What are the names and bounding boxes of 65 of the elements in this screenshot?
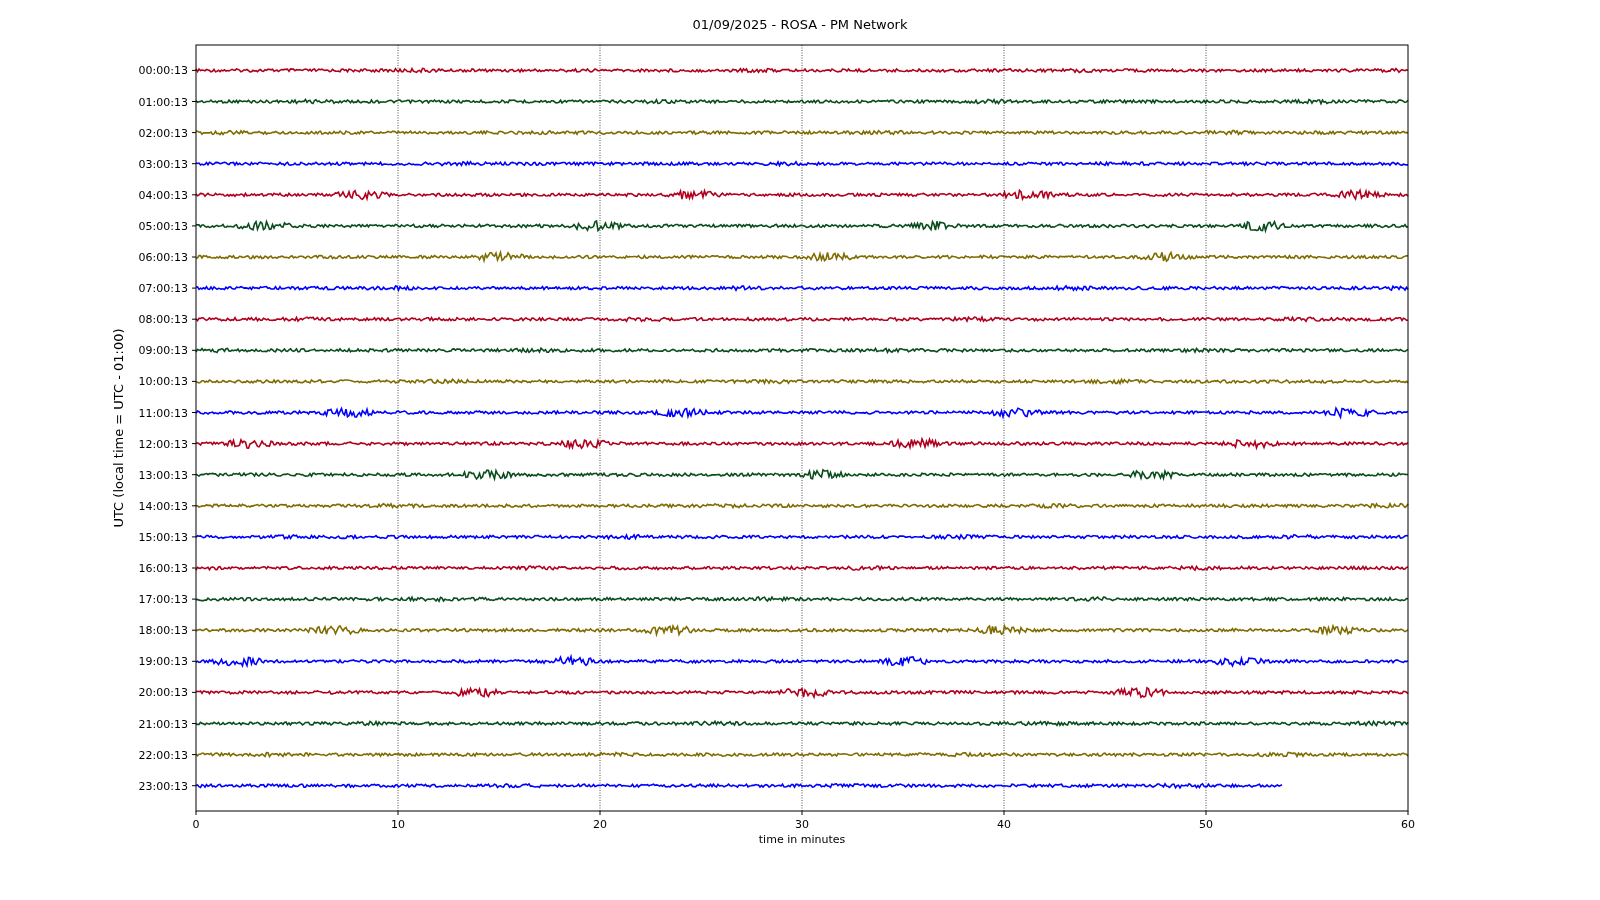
tick-mark: [599, 810, 601, 816]
axis-label: UTC (local time = UTC - 01:00): [111, 328, 126, 528]
tick-mark: [801, 810, 803, 816]
tick-label: 40: [997, 818, 1011, 831]
tick-label: 06:00:13: [138, 251, 188, 264]
tick-label: 10:00:13: [138, 375, 188, 389]
tick-label: 01:00:13: [138, 95, 188, 109]
tick-label: 18:00:13: [138, 624, 188, 638]
tick-mark: [191, 318, 197, 320]
tick-mark: [191, 505, 197, 507]
tick-mark: [191, 132, 197, 134]
tick-mark: [191, 474, 197, 476]
tick-label: 0: [192, 818, 200, 831]
tick-label: 20: [593, 818, 607, 831]
tick-label: 17:00:13: [138, 593, 188, 607]
tick-mark: [191, 660, 197, 662]
tick-label: 02:00:13: [138, 126, 188, 140]
tick-label: 10: [391, 818, 405, 831]
tick-mark: [191, 194, 197, 196]
tick-mark: [191, 256, 197, 258]
tick-mark: [191, 723, 197, 724]
tick-label: 12:00:13: [138, 437, 188, 451]
tick-label: 04:00:13: [138, 188, 188, 202]
tick-label: 08:00:13: [138, 313, 188, 327]
tick-mark: [191, 567, 197, 569]
tick-mark: [191, 380, 197, 382]
tick-mark: [191, 163, 197, 165]
tick-label: 15:00:13: [138, 530, 188, 544]
tick-label: 13:00:13: [138, 468, 188, 482]
tick-label: 60: [1401, 818, 1415, 831]
tick-label: 05:00:13: [138, 219, 188, 233]
tick-mark: [191, 101, 197, 102]
tick-mark: [397, 810, 399, 816]
tick-label: 23:00:13: [138, 779, 188, 793]
tick-mark: [191, 225, 197, 227]
tick-mark: [1003, 810, 1005, 816]
tick-mark: [191, 69, 197, 71]
tick-mark: [1205, 810, 1207, 816]
tick-label: 21:00:13: [138, 717, 188, 731]
tick-mark: [195, 810, 197, 816]
tick-mark: [191, 287, 197, 289]
tick-mark: [191, 349, 197, 351]
tick-mark: [191, 629, 197, 631]
tick-label: 50: [1199, 818, 1213, 831]
tick-label: 14:00:13: [138, 499, 188, 513]
tick-label: 03:00:13: [138, 157, 188, 171]
tick-mark: [191, 598, 197, 600]
tick-label: 07:00:13: [138, 282, 188, 296]
tick-mark: [191, 691, 197, 693]
tick-label: 20:00:13: [138, 686, 188, 700]
tick-label: 19:00:13: [138, 655, 188, 669]
tick-label: 00:00:13: [138, 64, 188, 78]
tick-mark: [1407, 810, 1409, 816]
tick-mark: [191, 754, 197, 756]
axis-label: time in minutes: [758, 833, 846, 846]
tick-label: 16:00:13: [138, 562, 188, 575]
tick-label: 30: [795, 818, 809, 831]
tick-mark: [191, 785, 197, 787]
tick-label: 11:00:13: [138, 406, 188, 420]
tick-mark: [191, 412, 197, 413]
chart-title: 01/09/2025 - ROSA - PM Network: [692, 17, 908, 32]
tick-label: 09:00:13: [138, 344, 188, 358]
tick-mark: [191, 536, 197, 538]
tick-label: 22:00:13: [138, 748, 188, 762]
tick-mark: [191, 443, 197, 445]
